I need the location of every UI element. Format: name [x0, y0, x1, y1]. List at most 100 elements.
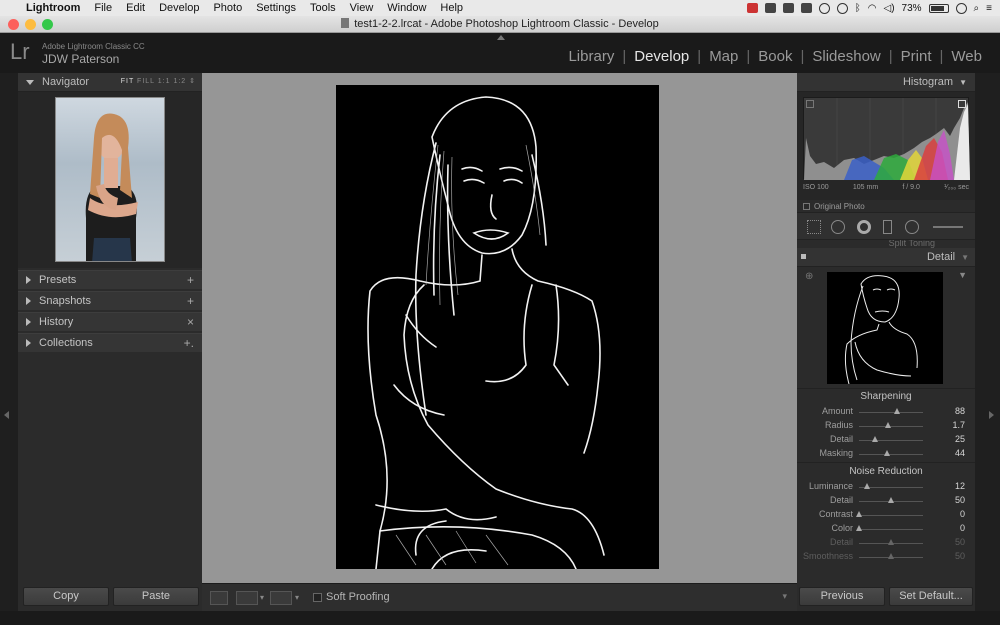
previous-button[interactable]: Previous	[799, 587, 885, 606]
before-after-split-button[interactable]	[270, 591, 292, 605]
split-menu-icon[interactable]: ▾	[295, 593, 299, 602]
noise-slider-thumb[interactable]	[888, 539, 894, 545]
crop-tool-icon[interactable]	[807, 220, 821, 234]
module-library[interactable]: Library	[560, 48, 622, 65]
histogram-header[interactable]: Histogram ▼	[797, 73, 975, 92]
bluetooth-icon[interactable]: ᛒ	[855, 3, 861, 14]
sharpening-slider-thumb[interactable]	[894, 408, 901, 414]
menu-edit[interactable]: Edit	[126, 2, 145, 14]
noise-slider-value[interactable]: 50	[955, 551, 965, 561]
collapse-right-arrow-icon[interactable]	[989, 411, 994, 419]
module-print[interactable]: Print	[893, 48, 940, 65]
noise-slider-value[interactable]: 0	[960, 509, 965, 519]
menu-file[interactable]: File	[94, 2, 112, 14]
noise-slider-thumb[interactable]	[856, 511, 862, 517]
sharpening-slider-thumb[interactable]	[884, 422, 891, 428]
toolbar-options-icon[interactable]: ▾	[782, 591, 787, 602]
sharpening-slider-value[interactable]: 44	[955, 448, 965, 458]
module-develop[interactable]: Develop	[626, 48, 697, 65]
navigator-thumbnail[interactable]	[55, 97, 165, 262]
copy-settings-button[interactable]: Copy	[23, 587, 109, 606]
zoom-1-2[interactable]: 1:2	[173, 78, 186, 85]
menu-lightroom[interactable]: Lightroom	[26, 2, 80, 14]
detail-header[interactable]: Detail ▼	[797, 248, 975, 267]
add-collection-button[interactable]: +.	[184, 336, 194, 350]
module-web[interactable]: Web	[943, 48, 990, 65]
shadow-clipping-toggle[interactable]	[806, 100, 814, 108]
menu-settings[interactable]: Settings	[256, 2, 296, 14]
search-icon[interactable]: ⌕	[974, 3, 980, 14]
module-book[interactable]: Book	[750, 48, 800, 65]
sharpening-slider-value[interactable]: 1.7	[952, 420, 965, 430]
menu-develop[interactable]: Develop	[159, 2, 199, 14]
wifi-icon[interactable]: ◠	[868, 3, 877, 14]
add-preset-button[interactable]: +	[187, 273, 194, 287]
left-panel-edge[interactable]	[0, 73, 18, 611]
sharpening-slider-track[interactable]	[859, 454, 923, 455]
top-panel-toggle-icon[interactable]	[497, 35, 505, 40]
spot-removal-icon[interactable]	[831, 220, 845, 234]
noise-slider-thumb[interactable]	[863, 483, 870, 489]
right-panel-edge[interactable]	[975, 73, 1000, 611]
before-after-menu-icon[interactable]: ▾	[260, 593, 264, 602]
volume-icon[interactable]: ◁)	[884, 3, 895, 14]
navigator-header[interactable]: Navigator FIT FILL 1:1 1:2 ⇕	[18, 73, 202, 92]
split-toning-partial-header[interactable]: Split Toning	[797, 240, 975, 248]
noise-slider-value[interactable]: 0	[960, 523, 965, 533]
before-after-button[interactable]	[236, 591, 258, 605]
collapse-left-arrow-icon[interactable]	[4, 411, 9, 419]
clear-history-button[interactable]: ×	[187, 315, 194, 329]
sharpening-slider-track[interactable]	[859, 440, 923, 441]
original-photo-row[interactable]: Original Photo	[803, 202, 865, 211]
sharpening-slider-value[interactable]: 25	[955, 434, 965, 444]
collections-panel-header[interactable]: Collections +.	[18, 333, 202, 352]
histogram-chart[interactable]	[803, 97, 970, 180]
detail-preview-image[interactable]	[827, 272, 943, 384]
presets-panel-header[interactable]: Presets +	[18, 270, 202, 289]
sharpening-slider-track[interactable]	[859, 412, 923, 413]
sharpening-slider-thumb[interactable]	[872, 436, 878, 442]
loupe-view-button[interactable]	[210, 591, 228, 605]
photo-masking-view[interactable]	[336, 85, 659, 569]
noise-slider-value[interactable]: 12	[955, 481, 965, 491]
highlight-clipping-toggle[interactable]	[958, 100, 966, 108]
noise-slider-track[interactable]	[859, 529, 923, 530]
menu-help[interactable]: Help	[440, 2, 463, 14]
sharpening-slider-value[interactable]: 88	[955, 406, 965, 416]
red-eye-icon[interactable]	[857, 220, 871, 234]
image-canvas[interactable]	[202, 73, 797, 583]
menu-window[interactable]: Window	[387, 2, 426, 14]
noise-slider-thumb[interactable]	[888, 553, 894, 559]
noise-slider-value[interactable]: 50	[955, 495, 965, 505]
target-picker-icon[interactable]: ⊕	[805, 271, 813, 282]
menu-view[interactable]: View	[350, 2, 374, 14]
zoom-fit[interactable]: FIT	[121, 78, 134, 85]
noise-slider-track[interactable]	[859, 515, 923, 516]
module-slideshow[interactable]: Slideshow	[804, 48, 888, 65]
preview-toggle-icon[interactable]: ▼	[958, 270, 967, 280]
creative-cloud-icon[interactable]	[746, 3, 758, 13]
shield-icon[interactable]	[818, 2, 830, 14]
menu-tools[interactable]: Tools	[310, 2, 336, 14]
sharpening-slider-track[interactable]	[859, 426, 923, 427]
zoom-fill[interactable]: FILL	[137, 78, 155, 85]
stack-icon[interactable]	[782, 3, 794, 13]
add-snapshot-button[interactable]: +	[187, 294, 194, 308]
snapshots-panel-header[interactable]: Snapshots +	[18, 291, 202, 310]
battery-icon[interactable]	[928, 3, 949, 13]
adjustment-brush-icon[interactable]	[933, 226, 963, 228]
navigator-preview[interactable]	[18, 92, 202, 268]
noise-slider-thumb[interactable]	[888, 497, 894, 503]
history-panel-header[interactable]: History ×	[18, 312, 202, 331]
menu-photo[interactable]: Photo	[213, 2, 242, 14]
panel-switch-icon[interactable]	[801, 254, 806, 259]
original-photo-checkbox[interactable]	[803, 203, 810, 210]
menu-list-icon[interactable]: ≡	[986, 3, 992, 14]
user-icon[interactable]	[955, 2, 967, 14]
set-default-button[interactable]: Set Default...	[889, 587, 973, 606]
drive-icon[interactable]	[764, 3, 776, 13]
zoom-stepper-icon[interactable]: ⇕	[189, 78, 196, 85]
clock-icon[interactable]	[836, 2, 848, 14]
noise-slider-thumb[interactable]	[856, 525, 862, 531]
soft-proofing-checkbox[interactable]	[313, 593, 322, 602]
